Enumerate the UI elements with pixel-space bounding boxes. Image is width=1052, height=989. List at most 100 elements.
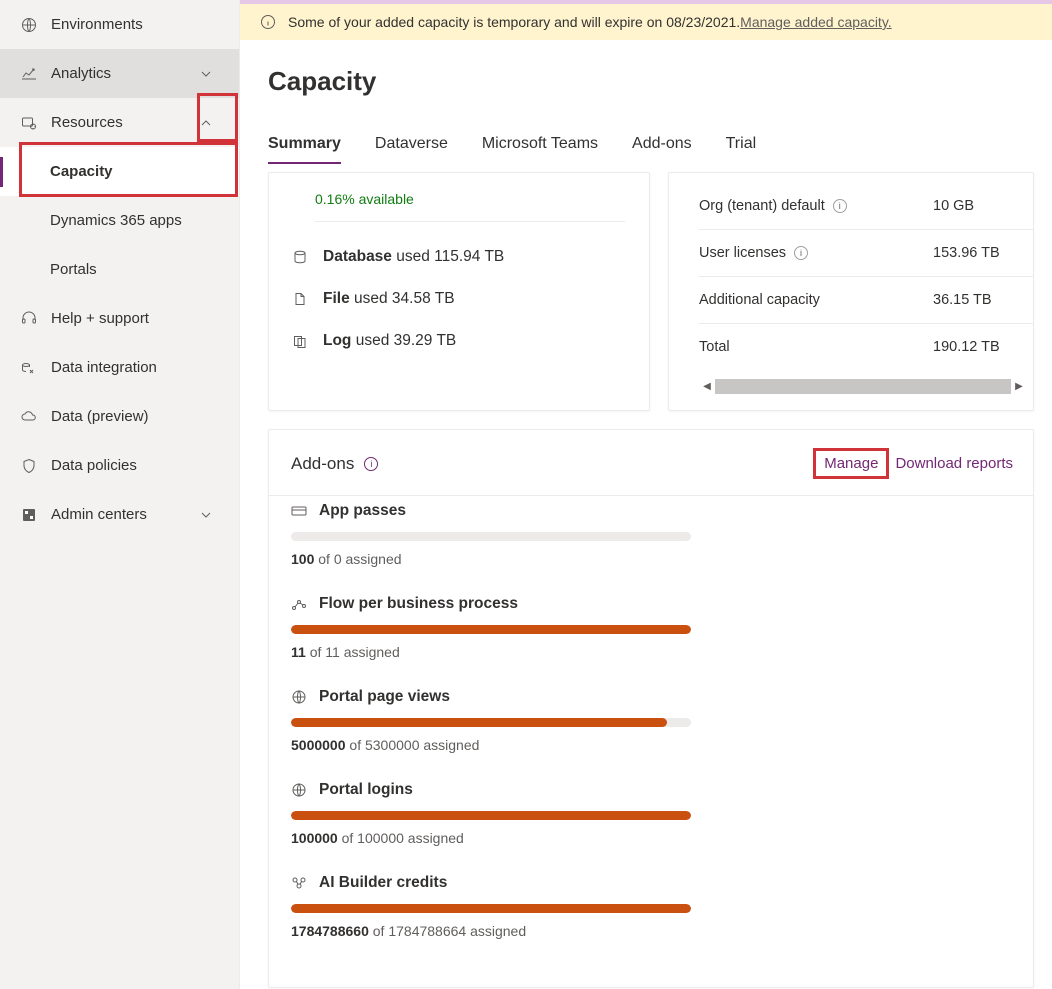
addon-name: App passes — [319, 502, 406, 520]
addon-name: AI Builder credits — [319, 874, 447, 892]
sidebar-item-label: Analytics — [51, 65, 200, 82]
sidebar-item-admincenters[interactable]: Admin centers — [0, 490, 239, 539]
main-content: Some of your added capacity is temporary… — [240, 0, 1052, 989]
info-icon — [260, 14, 276, 30]
tab-addons[interactable]: Add-ons — [632, 127, 692, 163]
sidebar-subitem-capacity[interactable]: Capacity — [0, 147, 239, 196]
addon-caption: 100000 of 100000 assigned — [291, 830, 1011, 846]
sidebar: Environments Analytics Resources Capacit… — [0, 0, 240, 989]
available-percent: 0.16% available — [293, 191, 627, 221]
sidebar-item-dataintegration[interactable]: Data integration — [0, 343, 239, 392]
progress-bar — [291, 718, 691, 727]
addons-title: Add-ons i — [291, 454, 378, 474]
table-row: User licenses i 153.96 TB — [699, 230, 1033, 277]
app-icon — [20, 507, 38, 523]
info-banner: Some of your added capacity is temporary… — [240, 4, 1052, 40]
sidebar-subitem-portals[interactable]: Portals — [0, 245, 239, 294]
sidebar-subitem-d365[interactable]: Dynamics 365 apps — [0, 196, 239, 245]
addon-caption: 100 of 0 assigned — [291, 551, 1011, 567]
row-value: 36.15 TB — [933, 292, 1033, 308]
sidebar-item-environments[interactable]: Environments — [0, 0, 239, 49]
sidebar-item-label: Admin centers — [51, 506, 200, 523]
progress-bar — [291, 532, 691, 541]
file-icon — [293, 292, 309, 306]
ai-icon — [291, 876, 307, 890]
addons-card: Add-ons i Manage Download reports App pa… — [268, 429, 1034, 988]
sidebar-item-datapreview[interactable]: Data (preview) — [0, 392, 239, 441]
tabs: Summary Dataverse Microsoft Teams Add-on… — [268, 127, 1034, 164]
addon-caption: 1784788660 of 1784788664 assigned — [291, 923, 1011, 939]
scroll-left-icon[interactable]: ◀ — [699, 381, 715, 392]
sidebar-item-analytics[interactable]: Analytics — [0, 49, 239, 98]
addon-item: Portal logins100000 of 100000 assigned — [291, 781, 1011, 846]
usage-value: used 39.29 TB — [351, 332, 456, 349]
banner-text: Some of your added capacity is temporary… — [288, 14, 740, 30]
addon-item: Flow per business process 11 of 11 assign… — [291, 595, 1011, 660]
scroll-right-icon[interactable]: ▶ — [1011, 381, 1027, 392]
info-icon[interactable]: i — [364, 457, 378, 471]
table-row: Org (tenant) default i 10 GB — [699, 183, 1033, 230]
database-icon — [293, 250, 309, 264]
progress-bar — [291, 904, 691, 913]
addon-caption: 11 of 11 assigned — [291, 644, 1011, 660]
addon-name: Portal page views — [319, 688, 450, 706]
row-label: Total — [699, 339, 730, 355]
data-integration-icon — [20, 360, 38, 376]
app-passes-icon — [291, 504, 307, 518]
shield-icon — [20, 458, 38, 474]
row-value: 153.96 TB — [933, 245, 1033, 261]
progress-bar — [291, 625, 691, 634]
sidebar-item-label: Dynamics 365 apps — [50, 212, 182, 229]
chevron-up-icon — [200, 117, 224, 129]
download-reports-link[interactable]: Download reports — [895, 455, 1013, 472]
storage-usage-card: 0.16% available Database used 115.94 TB … — [268, 172, 650, 411]
row-label: Additional capacity — [699, 292, 820, 308]
resources-icon — [20, 115, 38, 131]
capacity-sources-card: Org (tenant) default i 10 GB User license… — [668, 172, 1034, 411]
usage-row-file: File used 34.58 TB — [293, 288, 627, 330]
sidebar-item-label: Capacity — [50, 163, 113, 180]
sidebar-item-help[interactable]: Help + support — [0, 294, 239, 343]
log-icon — [293, 334, 309, 348]
highlight-box: Manage — [813, 448, 889, 479]
addon-item: App passes 100 of 0 assigned — [291, 502, 1011, 567]
horizontal-scrollbar[interactable]: ◀ ▶ — [699, 376, 1033, 396]
headset-icon — [20, 311, 38, 327]
table-row: Additional capacity 36.15 TB — [699, 277, 1033, 324]
sidebar-item-datapolicies[interactable]: Data policies — [0, 441, 239, 490]
addon-item: Portal page views 5000000 of 5300000 assi… — [291, 688, 1011, 753]
chevron-down-icon — [200, 68, 224, 80]
tab-trial[interactable]: Trial — [726, 127, 757, 163]
addon-name: Flow per business process — [319, 595, 518, 613]
row-label: Org (tenant) default — [699, 198, 825, 214]
addon-caption: 5000000 of 5300000 assigned — [291, 737, 1011, 753]
usage-row-database: Database used 115.94 TB — [293, 246, 627, 288]
tab-teams[interactable]: Microsoft Teams — [482, 127, 598, 163]
row-value: 10 GB — [933, 198, 1033, 214]
tab-summary[interactable]: Summary — [268, 127, 341, 163]
tab-dataverse[interactable]: Dataverse — [375, 127, 448, 163]
usage-name: Database — [323, 248, 392, 265]
table-row-total: Total 190.12 TB — [699, 324, 1033, 370]
info-icon[interactable]: i — [833, 199, 847, 213]
scroll-track[interactable] — [715, 379, 1011, 394]
addon-item: AI Builder credits 1784788660 of 17847886… — [291, 874, 1011, 939]
row-label: User licenses — [699, 245, 786, 261]
sidebar-item-resources[interactable]: Resources — [0, 98, 239, 147]
banner-link[interactable]: Manage added capacity. — [740, 14, 892, 30]
progress-bar — [291, 811, 691, 820]
sidebar-item-label: Data (preview) — [51, 408, 224, 425]
cloud-icon — [20, 409, 38, 425]
globe-icon — [291, 782, 307, 798]
sidebar-item-label: Resources — [51, 114, 200, 131]
usage-name: Log — [323, 332, 351, 349]
chart-icon — [20, 66, 38, 82]
manage-link[interactable]: Manage — [824, 455, 878, 472]
usage-row-log: Log used 39.29 TB — [293, 330, 627, 350]
divider — [315, 221, 625, 222]
sidebar-item-label: Data integration — [51, 359, 224, 376]
flow-icon — [291, 597, 307, 611]
info-icon[interactable]: i — [794, 246, 808, 260]
usage-value: used 34.58 TB — [350, 290, 455, 307]
chevron-down-icon — [200, 509, 224, 521]
